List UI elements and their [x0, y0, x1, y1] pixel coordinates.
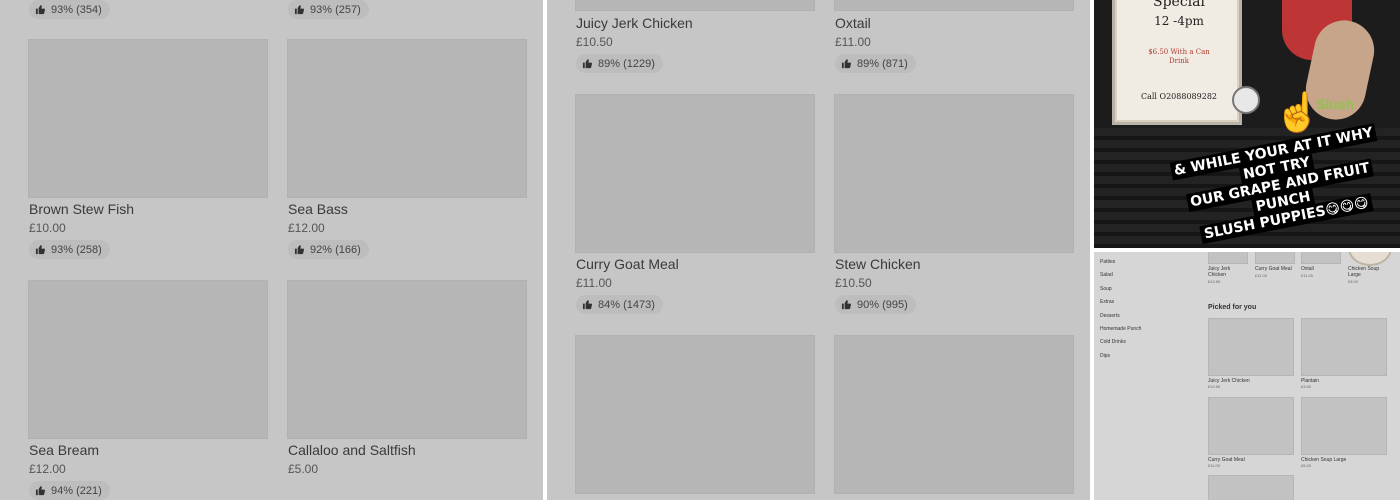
category-item[interactable]: Desserts	[1100, 310, 1141, 323]
rating-badge: 93% (257)	[288, 0, 369, 19]
menu-item-name[interactable]: Oxtail	[835, 15, 871, 31]
slush-caption: Slush	[1316, 96, 1355, 112]
menu-item-image[interactable]	[575, 94, 815, 253]
category-item[interactable]: Homemade Punch	[1100, 323, 1141, 336]
menu-item-image[interactable]	[28, 39, 268, 198]
menu-item-name[interactable]: Brown Stew Fish	[29, 201, 134, 217]
sign-time: 12 -4pm	[1154, 14, 1204, 28]
mini-item-price: £11.00	[1301, 273, 1313, 278]
thumbs-up-icon	[294, 4, 305, 15]
rating-text: 93% (354)	[51, 3, 102, 16]
menu-item-image[interactable]	[834, 0, 1074, 11]
mini-item-image[interactable]	[1301, 397, 1387, 455]
mini-menu-screenshot: Patties Salad Soup Extras Desserts Homem…	[1094, 252, 1400, 500]
mini-item-name[interactable]: Oxtail	[1301, 266, 1314, 272]
mini-item-price: £11.00	[1208, 463, 1220, 468]
rating-text: 89% (871)	[857, 57, 908, 70]
rating-text: 90% (995)	[857, 298, 908, 311]
thumbs-up-icon	[294, 244, 305, 255]
menu-item-image[interactable]	[287, 39, 527, 198]
menu-item-image[interactable]	[834, 335, 1074, 494]
section-heading: Picked for you	[1208, 304, 1257, 311]
mini-item-image[interactable]	[1301, 318, 1387, 376]
category-item[interactable]: Patties	[1100, 256, 1141, 269]
menu-item-image[interactable]	[28, 280, 268, 439]
menu-item-price: £11.00	[576, 276, 612, 290]
sign-offer-line: Drink	[1169, 57, 1189, 65]
special-offer-sign: Special 12 -4pm $6.50 With a Can Drink C…	[1115, 0, 1239, 122]
category-item[interactable]: Cold Drinks	[1100, 336, 1141, 349]
soup-plate-image	[1348, 252, 1392, 266]
menu-panel-middle: Juicy Jerk Chicken £10.50 89% (1229) Oxt…	[547, 0, 1090, 500]
rating-badge: 89% (1229)	[576, 54, 663, 73]
menu-item-price: £11.00	[835, 35, 871, 49]
mini-item-price: £3.00	[1301, 384, 1312, 389]
menu-item-price: £12.00	[29, 462, 66, 476]
rating-badge: 84% (1473)	[576, 295, 663, 314]
mini-item-image[interactable]	[1208, 475, 1294, 500]
mini-item-price: £11.00	[1255, 273, 1267, 278]
rating-text: 94% (221)	[51, 484, 102, 497]
thumbs-up-icon	[841, 299, 852, 310]
menu-item-name[interactable]: Sea Bass	[288, 201, 348, 217]
rating-badge: 93% (354)	[29, 0, 110, 19]
menu-item-price: £10.00	[29, 221, 66, 235]
category-item[interactable]: Soup	[1100, 283, 1141, 296]
menu-panel-left: 93% (354) 93% (257) Brown Stew Fish £10.…	[0, 0, 543, 500]
thumbs-up-icon	[35, 4, 46, 15]
thumbs-up-icon	[582, 299, 593, 310]
pointing-finger-icon: ☝	[1274, 92, 1322, 134]
mini-item-image[interactable]	[1255, 252, 1295, 264]
mini-item-price: £10.50	[1208, 279, 1221, 284]
mini-item-image[interactable]	[1301, 252, 1341, 264]
menu-item-price: £12.00	[288, 221, 325, 235]
menu-item-price: £10.50	[835, 276, 872, 290]
rating-badge: 94% (221)	[29, 481, 110, 500]
mini-item-name[interactable]: Juicy Jerk Chicken	[1208, 266, 1248, 278]
category-item[interactable]: Dips	[1100, 350, 1141, 363]
menu-item-name[interactable]: Curry Goat Meal	[576, 256, 679, 272]
baseball-sticker	[1232, 86, 1260, 114]
sign-offer-line: $6.50 With a Can	[1148, 48, 1210, 56]
mini-item-name[interactable]: Curry Goat Meal	[1255, 266, 1292, 272]
mini-item-price: £5.00	[1348, 279, 1359, 284]
menu-item-image[interactable]	[287, 280, 527, 439]
promo-photo: Special 12 -4pm $6.50 With a Can Drink C…	[1094, 0, 1400, 248]
rating-badge: 92% (166)	[288, 240, 369, 259]
menu-item-image[interactable]	[575, 335, 815, 494]
rating-text: 89% (1229)	[598, 57, 655, 70]
mini-item-image[interactable]	[1208, 318, 1294, 376]
rating-text: 92% (166)	[310, 243, 361, 256]
menu-item-name[interactable]: Juicy Jerk Chicken	[576, 15, 693, 31]
menu-item-name[interactable]: Sea Bream	[29, 442, 99, 458]
mini-item-price: £5.00	[1301, 463, 1312, 468]
rating-text: 84% (1473)	[598, 298, 655, 311]
menu-item-image[interactable]	[834, 94, 1074, 253]
mini-item-name[interactable]: Chicken Soup Large	[1348, 266, 1392, 278]
mini-item-image[interactable]	[1208, 252, 1248, 264]
menu-item-name[interactable]: Stew Chicken	[835, 256, 921, 272]
thumbs-up-icon	[841, 58, 852, 69]
category-item[interactable]: Extras	[1100, 296, 1141, 309]
category-item[interactable]: Salad	[1100, 269, 1141, 282]
sign-offer: $6.50 With a Can Drink	[1117, 48, 1241, 66]
sign-phone: Call O2088089282	[1140, 92, 1217, 101]
menu-item-name[interactable]: Callaloo and Saltfish	[288, 442, 416, 458]
thumbs-up-icon	[35, 244, 46, 255]
menu-item-price: £10.50	[576, 35, 613, 49]
rating-badge: 89% (871)	[835, 54, 916, 73]
thumbs-up-icon	[582, 58, 593, 69]
category-list: Patties Salad Soup Extras Desserts Homem…	[1100, 256, 1141, 363]
thumbs-up-icon	[35, 485, 46, 496]
rating-text: 93% (257)	[310, 3, 361, 16]
rating-badge: 90% (995)	[835, 295, 916, 314]
mini-item-price: £10.50	[1208, 384, 1221, 389]
menu-item-price: £5.00	[288, 462, 319, 476]
rating-badge: 93% (258)	[29, 240, 110, 259]
mini-item-image[interactable]	[1208, 397, 1294, 455]
rating-text: 93% (258)	[51, 243, 102, 256]
sign-title: Special	[1153, 0, 1205, 10]
menu-item-image[interactable]	[575, 0, 815, 11]
